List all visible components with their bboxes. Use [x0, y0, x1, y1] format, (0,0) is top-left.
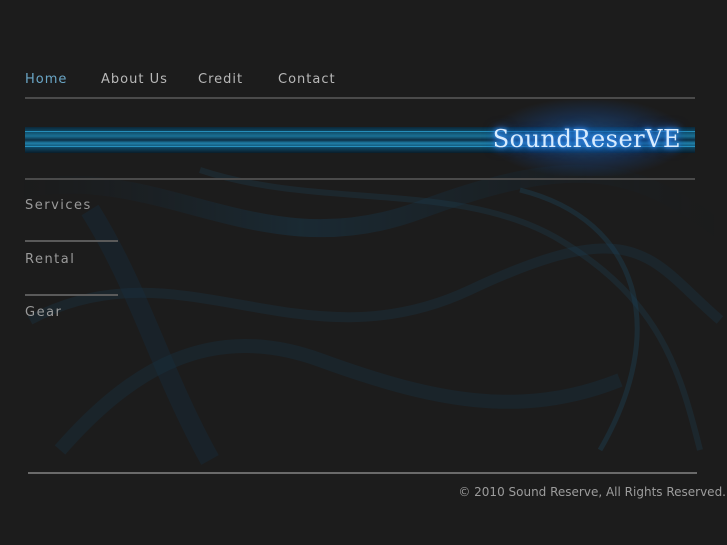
page: Home About Us Credit Contact SoundReserV…	[0, 0, 727, 545]
sidebar-divider	[25, 294, 118, 296]
site-logo[interactable]: SoundReserVE	[493, 125, 681, 153]
footer-copyright: © 2010 Sound Reserve, All Rights Reserve…	[458, 485, 726, 499]
nav-about-us-link[interactable]: About Us	[101, 72, 168, 87]
header-divider-top	[25, 97, 695, 99]
sidebar-item-gear[interactable]: Gear	[25, 305, 62, 320]
header-divider-bottom	[25, 178, 695, 180]
sidebar-divider	[25, 240, 118, 242]
sidebar-item-services[interactable]: Services	[25, 198, 92, 213]
nav-home-link[interactable]: Home	[25, 72, 67, 87]
nav-credit-link[interactable]: Credit	[198, 72, 243, 87]
nav-contact-link[interactable]: Contact	[278, 72, 336, 87]
header-banner: SoundReserVE	[25, 100, 695, 176]
sidebar-item-rental[interactable]: Rental	[25, 252, 75, 267]
top-navigation: Home About Us Credit Contact	[25, 72, 705, 88]
footer-divider	[28, 472, 697, 474]
background-swirl-art	[18, 164, 726, 465]
